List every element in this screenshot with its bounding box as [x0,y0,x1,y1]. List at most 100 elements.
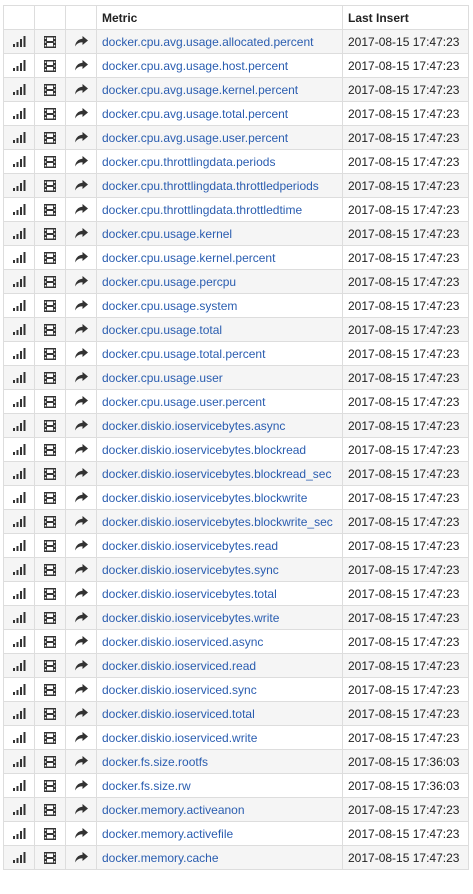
film-icon[interactable] [36,683,65,696]
film-cell[interactable] [34,317,66,342]
film-icon[interactable] [36,107,65,120]
film-icon[interactable] [36,731,65,744]
metric-link[interactable]: docker.memory.activeanon [102,803,245,817]
share-arrow-cell[interactable] [65,701,97,726]
share-arrow-cell[interactable] [65,725,97,750]
bar-chart-cell[interactable] [3,341,35,366]
share-arrow-cell[interactable] [65,677,97,702]
share-arrow-cell[interactable] [65,293,97,318]
share-arrow-cell[interactable] [65,797,97,822]
share-arrow-icon[interactable] [67,396,96,407]
film-cell[interactable] [34,365,66,390]
bar-chart-icon[interactable] [5,420,34,431]
bar-chart-cell[interactable] [3,269,35,294]
share-arrow-icon[interactable] [67,828,96,839]
bar-chart-cell[interactable] [3,485,35,510]
film-cell[interactable] [34,533,66,558]
metric-link[interactable]: docker.cpu.avg.usage.user.percent [102,131,288,145]
film-cell[interactable] [34,485,66,510]
film-cell[interactable] [34,581,66,606]
bar-chart-cell[interactable] [3,413,35,438]
metric-link[interactable]: docker.cpu.avg.usage.host.percent [102,59,288,73]
share-arrow-icon[interactable] [67,444,96,455]
film-cell[interactable] [34,389,66,414]
share-arrow-cell[interactable] [65,245,97,270]
film-cell[interactable] [34,149,66,174]
share-arrow-icon[interactable] [67,516,96,527]
bar-chart-cell[interactable] [3,605,35,630]
share-arrow-icon[interactable] [67,684,96,695]
share-arrow-icon[interactable] [67,156,96,167]
bar-chart-cell[interactable] [3,53,35,78]
share-arrow-icon[interactable] [67,132,96,143]
metric-link[interactable]: docker.diskio.ioservicebytes.sync [102,563,279,577]
metric-link[interactable]: docker.cpu.throttlingdata.periods [102,155,275,169]
share-arrow-cell[interactable] [65,341,97,366]
bar-chart-icon[interactable] [5,708,34,719]
bar-chart-cell[interactable] [3,557,35,582]
bar-chart-cell[interactable] [3,629,35,654]
share-arrow-cell[interactable] [65,77,97,102]
share-arrow-icon[interactable] [67,756,96,767]
bar-chart-icon[interactable] [5,636,34,647]
bar-chart-icon[interactable] [5,204,34,215]
metric-link[interactable]: docker.diskio.ioservicebytes.total [102,587,277,601]
bar-chart-icon[interactable] [5,852,34,863]
share-arrow-icon[interactable] [67,612,96,623]
metric-link[interactable]: docker.cpu.avg.usage.allocated.percent [102,35,313,49]
last-insert-column-header[interactable]: Last Insert [342,5,469,30]
film-icon[interactable] [36,467,65,480]
film-icon[interactable] [36,539,65,552]
bar-chart-cell[interactable] [3,749,35,774]
film-cell[interactable] [34,821,66,846]
metric-link[interactable]: docker.cpu.usage.system [102,299,237,313]
share-arrow-icon[interactable] [67,372,96,383]
metric-link[interactable]: docker.cpu.usage.percpu [102,275,236,289]
share-arrow-icon[interactable] [67,348,96,359]
film-icon[interactable] [36,659,65,672]
film-cell[interactable] [34,629,66,654]
film-icon[interactable] [36,491,65,504]
share-arrow-cell[interactable] [65,581,97,606]
bar-chart-icon[interactable] [5,588,34,599]
share-arrow-cell[interactable] [65,437,97,462]
bar-chart-icon[interactable] [5,396,34,407]
film-icon[interactable] [36,707,65,720]
share-arrow-cell[interactable] [65,125,97,150]
metric-link[interactable]: docker.fs.size.rw [102,779,191,793]
share-arrow-icon[interactable] [67,180,96,191]
share-arrow-cell[interactable] [65,53,97,78]
film-icon[interactable] [36,299,65,312]
film-cell[interactable] [34,341,66,366]
bar-chart-cell[interactable] [3,173,35,198]
film-icon[interactable] [36,35,65,48]
share-arrow-cell[interactable] [65,413,97,438]
film-icon[interactable] [36,755,65,768]
film-icon[interactable] [36,83,65,96]
bar-chart-cell[interactable] [3,677,35,702]
bar-chart-icon[interactable] [5,348,34,359]
share-arrow-cell[interactable] [65,749,97,774]
bar-chart-icon[interactable] [5,372,34,383]
share-arrow-icon[interactable] [67,204,96,215]
film-cell[interactable] [34,221,66,246]
share-arrow-cell[interactable] [65,533,97,558]
film-icon[interactable] [36,563,65,576]
metric-link[interactable]: docker.cpu.throttlingdata.throttledtime [102,203,302,217]
bar-chart-cell[interactable] [3,197,35,222]
film-icon[interactable] [36,779,65,792]
share-arrow-cell[interactable] [65,629,97,654]
bar-chart-cell[interactable] [3,581,35,606]
share-arrow-icon[interactable] [67,60,96,71]
share-arrow-cell[interactable] [65,101,97,126]
bar-chart-icon[interactable] [5,468,34,479]
bar-chart-icon[interactable] [5,252,34,263]
film-cell[interactable] [34,797,66,822]
share-arrow-icon[interactable] [67,636,96,647]
share-arrow-icon[interactable] [67,852,96,863]
film-icon[interactable] [36,347,65,360]
film-cell[interactable] [34,77,66,102]
metric-link[interactable]: docker.diskio.ioservicebytes.write [102,611,279,625]
metric-link[interactable]: docker.diskio.ioservicebytes.read [102,539,278,553]
film-cell[interactable] [34,29,66,54]
